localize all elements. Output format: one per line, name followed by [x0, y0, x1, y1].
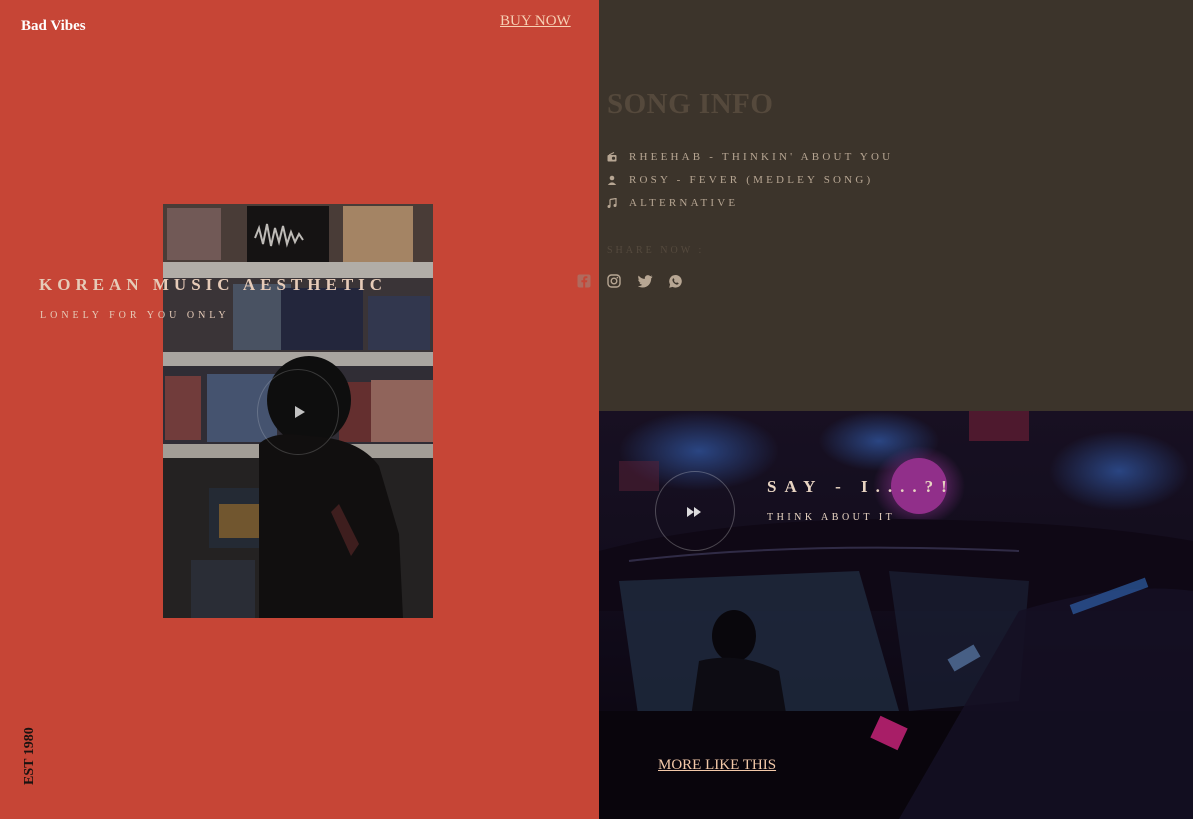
fast-forward-button[interactable] — [655, 471, 735, 551]
radio-icon — [607, 151, 629, 162]
list-item: RHEEHAB - THINKIN' ABOUT YOU — [607, 145, 893, 168]
play-button[interactable] — [257, 369, 339, 455]
hero-title: KOREAN MUSIC AESTHETIC — [39, 275, 388, 294]
twitter-icon[interactable] — [637, 274, 654, 290]
song-info-panel: SONG INFO RHEEHAB - THINKIN' ABOUT YOU R… — [599, 0, 1193, 411]
feature-panel: SAY - I....?! THINK ABOUT IT MORE LIKE T… — [599, 411, 1193, 819]
est-label: EST 1980 — [22, 727, 37, 785]
instagram-icon[interactable] — [607, 274, 623, 290]
whatsapp-icon[interactable] — [668, 274, 684, 290]
song-info-text: ROSY - FEVER (MEDLEY SONG) — [629, 173, 874, 186]
music-note-icon — [607, 197, 629, 208]
hero-subtitle: LONELY FOR YOU ONLY — [40, 310, 230, 321]
left-panel: Bad Vibes BUY NOW KOREAN MUSIC AESTHETIC… — [0, 0, 599, 819]
more-like-this-link[interactable]: MORE LIKE THIS — [658, 757, 776, 774]
brand-logo[interactable]: Bad Vibes — [21, 18, 86, 35]
buy-now-link[interactable]: BUY NOW — [500, 13, 571, 30]
feature-title: SAY - I....?! — [767, 477, 955, 496]
user-icon — [607, 175, 629, 185]
fast-forward-icon — [687, 507, 701, 517]
song-info-list: RHEEHAB - THINKIN' ABOUT YOU ROSY - FEVE… — [607, 145, 893, 214]
share-label: SHARE NOW : — [607, 245, 705, 256]
song-info-heading: SONG INFO — [607, 88, 774, 120]
song-info-text: ALTERNATIVE — [629, 196, 739, 209]
list-item: ALTERNATIVE — [607, 191, 893, 214]
song-info-text: RHEEHAB - THINKIN' ABOUT YOU — [629, 150, 894, 163]
facebook-icon[interactable] — [577, 274, 593, 290]
list-item: ROSY - FEVER (MEDLEY SONG) — [607, 168, 893, 191]
play-icon — [295, 406, 305, 418]
feature-subtitle: THINK ABOUT IT — [767, 512, 896, 523]
